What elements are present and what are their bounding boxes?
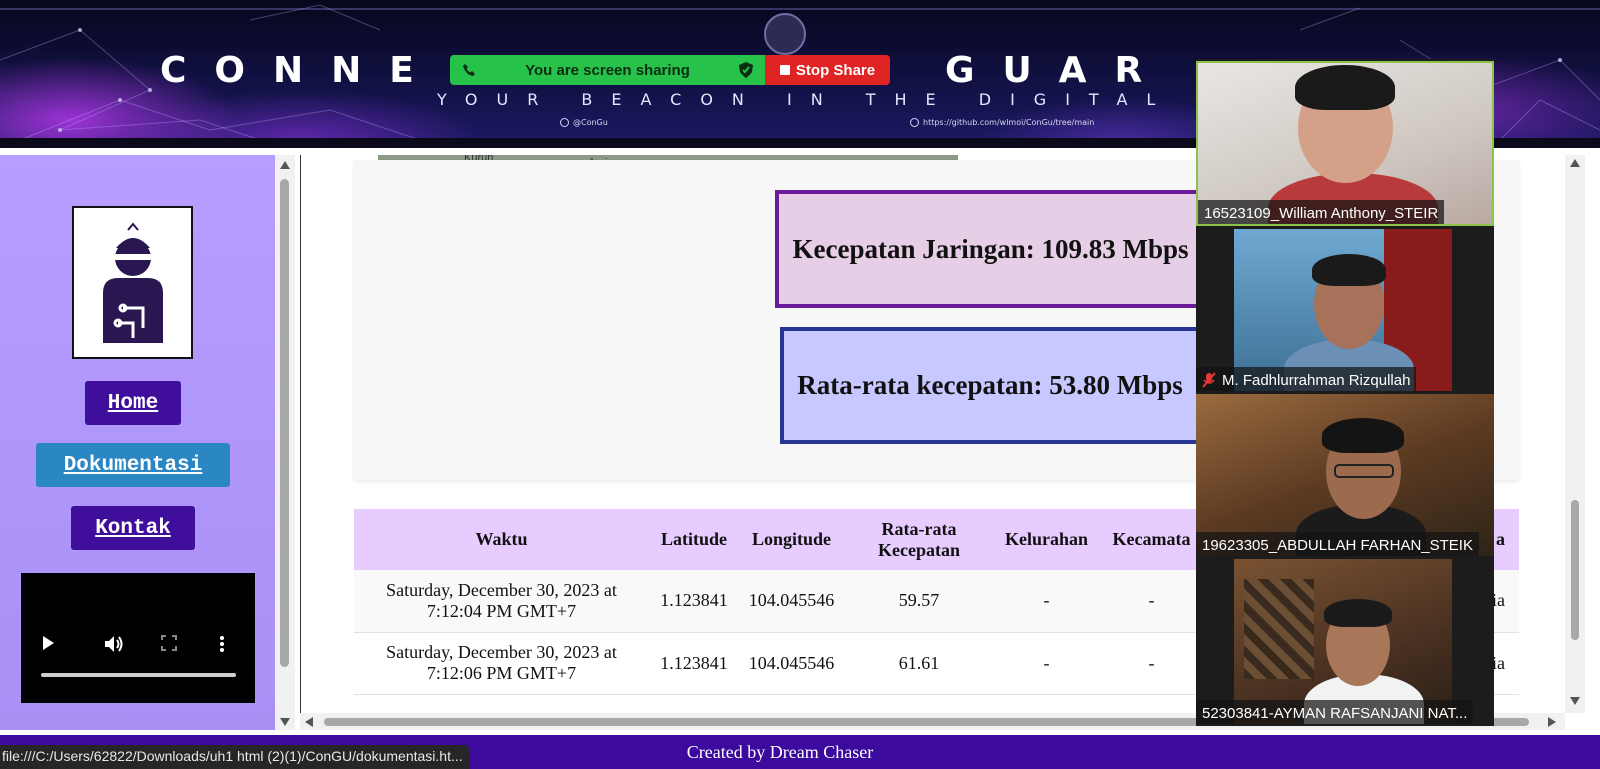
video-player[interactable] [21, 573, 255, 703]
column-header-waktu: Waktu [354, 509, 649, 570]
cell-rata-rata: 59.57 [844, 570, 994, 633]
stop-share-button[interactable]: Stop Share [765, 55, 890, 85]
column-header-kecamatan: Kecamata [1099, 509, 1204, 570]
browser-status-url: file:///C:/Users/62822/Downloads/uh1 htm… [0, 745, 469, 769]
screen-share-status: You are screen sharing [450, 55, 765, 85]
participant-tile[interactable]: M. Fadhlurrahman Rizqullah [1196, 229, 1494, 391]
cell-longitude: 104.045546 [739, 632, 844, 695]
stop-share-label: Stop Share [795, 61, 876, 79]
banner-github-link: https://github.com/wlmoi/ConGu/tree/main [910, 118, 1094, 127]
participant-hair [1324, 599, 1392, 627]
cell-kelurahan: - [994, 570, 1099, 633]
banner-link-text: https://github.com/wlmoi/ConGu/tree/main [923, 118, 1095, 127]
cell-rata-rata: 61.61 [844, 632, 994, 695]
participant-name: 16523109_William Anthony_STEIR [1198, 200, 1445, 224]
cell-latitude: 1.123841 [649, 570, 739, 633]
banner-handle-text: @ConGu [573, 118, 608, 127]
participant-hair [1295, 65, 1395, 110]
cell-longitude: 104.045546 [739, 570, 844, 633]
sidebar: Home Dokumentasi Kontak [0, 155, 275, 730]
participant-name: 19623305_ABDULLAH FARHAN_STEIK [1196, 532, 1479, 556]
main-vertical-scrollbar[interactable] [1565, 155, 1585, 713]
participant-name-text: 16523109_William Anthony_STEIR [1204, 204, 1439, 222]
average-speed-box: Rata-rata kecepatan: 53.80 Mbps [780, 327, 1200, 444]
shield-icon [738, 62, 753, 78]
sidebar-scroll-thumb[interactable] [280, 179, 289, 667]
participant-hair [1312, 254, 1386, 286]
scroll-left-icon[interactable] [305, 717, 313, 727]
cell-kelurahan: - [994, 632, 1099, 695]
nav-home-button[interactable]: Home [85, 381, 181, 425]
phone-icon [463, 64, 475, 76]
screen-share-status-text: You are screen sharing [525, 61, 690, 79]
github-icon [910, 118, 919, 127]
site-logo [72, 206, 193, 359]
banner-title-left: CONNE [160, 50, 442, 91]
banner-top-line [0, 8, 1600, 10]
participant-name: M. Fadhlurrahman Rizqullah [1196, 367, 1417, 391]
scroll-right-icon[interactable] [1548, 717, 1556, 727]
nav-dokumentasi-button[interactable]: Dokumentasi [36, 443, 230, 487]
screen-share-bar: You are screen sharing Stop Share [450, 55, 890, 85]
stop-icon [779, 65, 790, 75]
more-options-icon[interactable] [219, 635, 225, 653]
participant-hair [1322, 418, 1404, 453]
cell-latitude: 1.123841 [649, 632, 739, 695]
banner-title-right: GUAR [945, 50, 1171, 91]
lattice-door [1244, 579, 1314, 679]
column-header-latitude: Latitude [649, 509, 739, 570]
current-speed-box: Kecepatan Jaringan: 109.83 Mbps [775, 190, 1206, 308]
participant-tile[interactable]: 16523109_William Anthony_STEIR [1196, 61, 1494, 226]
fullscreen-icon[interactable] [161, 635, 177, 651]
video-call-panel: 16523109_William Anthony_STEIR M. Fadhlu… [1196, 59, 1494, 726]
mic-muted-icon [1202, 372, 1216, 388]
scroll-up-icon[interactable] [280, 161, 290, 169]
column-header-longitude: Longitude [739, 509, 844, 570]
play-icon[interactable] [41, 635, 55, 651]
column-header-rata-rata-kecepatan: Rata-rata Kecepatan [844, 509, 994, 570]
scroll-up-icon[interactable] [1570, 159, 1580, 167]
participant-name-text: 52303841-AYMAN RAFSANJANI NAT... [1202, 704, 1468, 722]
participant-name-text: 19623305_ABDULLAH FARHAN_STEIK [1202, 536, 1473, 554]
video-progress-bar[interactable] [41, 673, 236, 677]
cell-kecamatan: - [1099, 570, 1204, 633]
participant-name: 52303841-AYMAN RAFSANJANI NAT... [1196, 700, 1474, 724]
cell-kecamatan: - [1099, 632, 1204, 695]
column-header-kelurahan: Kelurahan [994, 509, 1099, 570]
sidebar-scrollbar[interactable] [275, 155, 295, 730]
banner-handle: @ConGu [560, 118, 608, 127]
main-vertical-scroll-thumb[interactable] [1571, 500, 1579, 640]
volume-icon[interactable] [104, 635, 124, 653]
cell-waktu: Saturday, December 30, 2023 at 7:12:04 P… [354, 570, 649, 633]
scroll-down-icon[interactable] [1570, 697, 1580, 705]
participant-tile[interactable]: 19623305_ABDULLAH FARHAN_STEIK [1196, 394, 1494, 556]
scroll-down-icon[interactable] [280, 718, 290, 726]
participant-tile[interactable]: 52303841-AYMAN RAFSANJANI NAT... [1196, 559, 1494, 724]
banner-subtitle: YOUR BEACON IN THE DIGITAL FOG [437, 90, 1290, 109]
participant-name-text: M. Fadhlurrahman Rizqullah [1222, 371, 1411, 389]
banner-logo-icon [764, 13, 806, 55]
engineer-logo-icon [102, 221, 163, 343]
nav-kontak-button[interactable]: Kontak [71, 506, 195, 550]
handle-icon [560, 118, 569, 127]
cell-waktu: Saturday, December 30, 2023 at 7:12:06 P… [354, 632, 649, 695]
participant-glasses [1334, 464, 1394, 478]
